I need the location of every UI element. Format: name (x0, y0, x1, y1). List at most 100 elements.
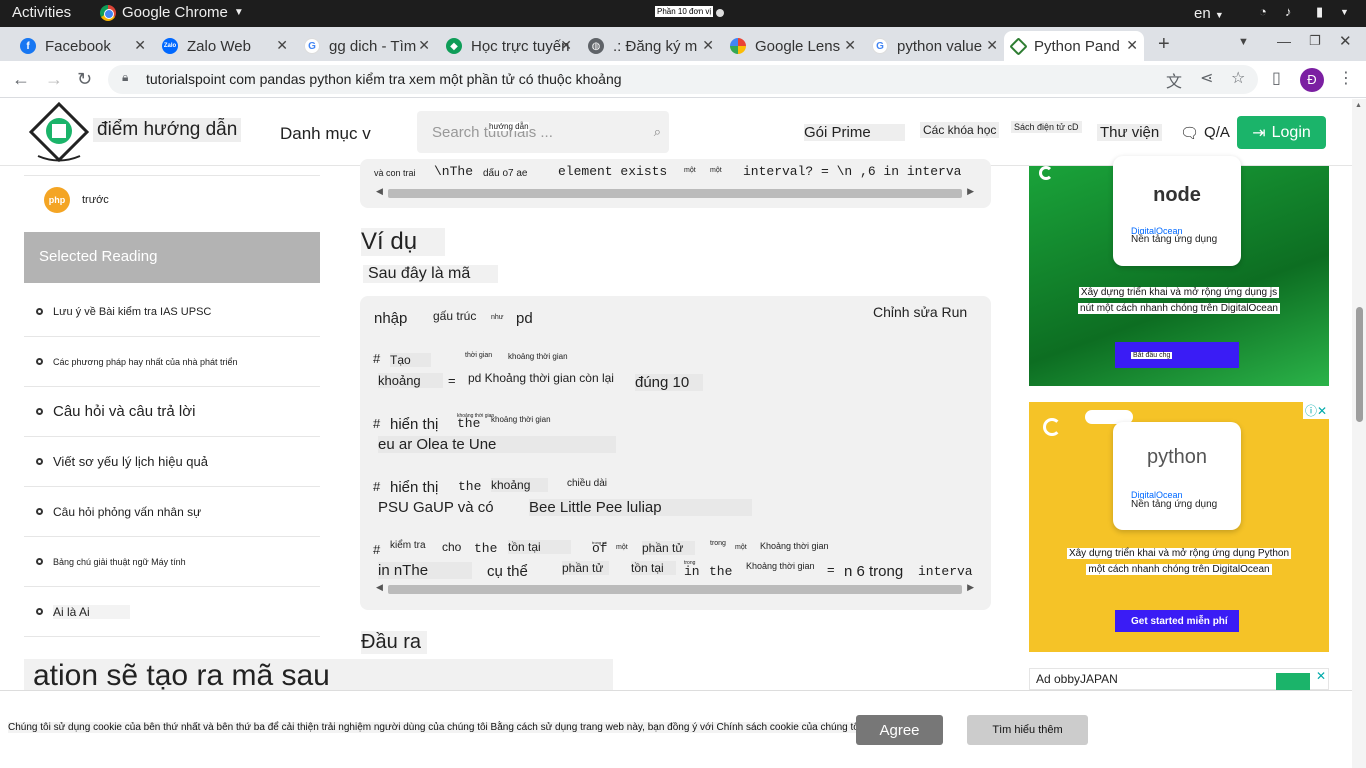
tab-google-lens[interactable]: Google Lens ✕ (722, 31, 862, 61)
sidebar-item-who-is-who[interactable]: Ai là Ai (24, 587, 320, 637)
edit-run-button[interactable]: Chỉnh sửa Run (873, 304, 967, 320)
tutorialspoint-logo-icon[interactable] (28, 101, 90, 163)
output-caption: ation sẽ tạo ra mã sau (24, 659, 613, 693)
system-top-bar: Activities Google Chrome ▼ Phần 10 đơn v… (0, 0, 1366, 27)
close-icon[interactable]: ✕ (844, 37, 856, 54)
tab-zalo[interactable]: Zalo Zalo Web ✕ (154, 31, 294, 61)
reload-button[interactable]: ↻ (77, 69, 92, 90)
forward-button[interactable]: → (45, 69, 63, 90)
sidebar-item-label: Bảng chú giải thuật ngữ Máy tính (53, 556, 186, 567)
language-indicator[interactable]: en ▼ (1194, 5, 1224, 22)
close-icon[interactable]: ✕ (560, 37, 572, 54)
code-token: hiển thị (390, 479, 439, 496)
close-icon[interactable]: ✕ (986, 37, 998, 54)
nav-qa[interactable]: 🗨︎ Q/A (1180, 124, 1230, 142)
ad-close-icon[interactable]: ✕ (1316, 669, 1326, 683)
profile-avatar[interactable]: Đ (1300, 68, 1324, 92)
ad-cta-button[interactable]: Bắt đầu chg (1115, 342, 1239, 368)
ad-cta-button[interactable]: Get started miễn phí (1115, 610, 1239, 632)
horizontal-scrollbar[interactable]: ◀ ▶ (374, 186, 976, 200)
sidebar-item-ias-upsc[interactable]: Lưu ý về Bài kiểm tra IAS UPSC (24, 287, 320, 337)
chevron-down-icon: ▼ (233, 7, 244, 18)
close-window-button[interactable]: ✕ (1339, 32, 1352, 50)
ad-text-line: nút một cách nhanh chóng trên DigitalOce… (1078, 303, 1280, 314)
nav-ebooks[interactable]: Sách điện tử cD (1011, 121, 1082, 133)
restore-button[interactable]: ❐ (1309, 33, 1321, 49)
ad-digitalocean-python[interactable]: ⓘ✕ python DigitalOcean Nền tảng ứng dụng… (1029, 402, 1329, 652)
back-button[interactable]: ← (12, 69, 30, 90)
close-icon[interactable]: ✕ (418, 37, 430, 54)
ad-close-icon[interactable]: ⓘ✕ (1302, 402, 1329, 419)
bookmark-star-icon[interactable]: ☆ (1231, 68, 1245, 88)
sidebar-item-label: Lưu ý về Bài kiểm tra IAS UPSC (53, 305, 212, 318)
language-label: en (1194, 5, 1211, 22)
kebab-menu-icon[interactable]: ⋮ (1338, 68, 1354, 88)
tab-facebook[interactable]: f Facebook ✕ (12, 31, 152, 61)
volume-icon[interactable]: ♪ (1285, 5, 1299, 19)
scroll-left-icon[interactable]: ◀ (376, 186, 383, 197)
code-token: khoảng thời gian (491, 415, 551, 424)
nav-library[interactable]: Thư viện (1097, 124, 1163, 141)
scroll-left-icon[interactable]: ◀ (376, 582, 383, 593)
scrollbar-thumb[interactable] (388, 585, 962, 594)
code-token: khoảng thời gian (457, 413, 495, 419)
code-token: khoảng thời gian (508, 352, 568, 361)
tab-dang-ky[interactable]: ◍ .: Đăng ký m ✕ (580, 31, 720, 61)
battery-icon[interactable]: ▮ (1316, 5, 1330, 19)
scroll-up-icon[interactable]: ▲ (1355, 102, 1362, 109)
nav-courses[interactable]: Các khóa học (920, 122, 1000, 138)
scrollbar-thumb[interactable] (388, 189, 962, 198)
sidebar-item-qa[interactable]: Câu hỏi và câu trả lời (24, 387, 320, 437)
tab-search-chevron-icon[interactable]: ▼ (1238, 36, 1249, 48)
horizontal-scrollbar[interactable]: ◀ ▶ (374, 582, 976, 596)
page-scrollbar[interactable]: ▲ (1352, 99, 1366, 768)
code-token: phần tử (642, 541, 696, 555)
brand-name[interactable]: điểm hướng dẫn (93, 118, 242, 142)
code-block-top: và con trai \nThe dấu o7 ae element exis… (360, 159, 991, 208)
close-icon[interactable]: ✕ (702, 37, 714, 54)
minimize-button[interactable]: — (1277, 33, 1291, 49)
code-token: nhập (374, 310, 408, 327)
clock[interactable]: Phần 10 đơn vị (655, 6, 714, 17)
new-tab-button[interactable]: + (1158, 33, 1170, 56)
site-search[interactable]: Search tutorials ... hướng dẫn ⌕ (417, 111, 669, 153)
search-icon[interactable]: ⌕ (654, 124, 661, 140)
tab-hoc-truc-tuyen[interactable]: ◆ Học trực tuyến ✕ (438, 31, 578, 61)
wifi-icon[interactable]: ◔ (1259, 5, 1273, 19)
code-token: n 6 trong (844, 563, 904, 580)
close-icon[interactable]: ✕ (134, 37, 146, 54)
activities-button[interactable]: Activities (12, 4, 71, 21)
scroll-right-icon[interactable]: ▶ (967, 582, 974, 593)
previous-link[interactable]: php trước (44, 187, 109, 213)
agree-button[interactable]: Agree (856, 715, 943, 745)
tab-python-pandas[interactable]: Python Pand ✕ (1004, 31, 1144, 61)
php-icon: php (44, 187, 70, 213)
tab-title: Facebook (45, 37, 111, 55)
code-token: một (616, 544, 628, 551)
app-menu[interactable]: Google Chrome ▼ (100, 4, 244, 21)
scroll-right-icon[interactable]: ▶ (967, 186, 974, 197)
side-panel-icon[interactable]: ▯ (1272, 68, 1281, 88)
system-menu-chevron-icon[interactable]: ▼ (1340, 5, 1354, 19)
share-icon[interactable]: ⋖ (1200, 68, 1213, 88)
sidebar-item-resume[interactable]: Viết sơ yếu lý lịch hiệu quả (24, 437, 320, 487)
tab-python-value[interactable]: G python value ✕ (864, 31, 1004, 61)
sidebar-item-dev-best-practices[interactable]: Các phương pháp hay nhất của nhà phát tr… (24, 337, 320, 387)
translate-icon[interactable]: 文 (1166, 68, 1182, 92)
close-icon[interactable]: ✕ (276, 37, 288, 54)
address-bar[interactable]: 🔒︎ tutorialspoint com pandas python kiểm… (108, 65, 1258, 94)
login-button[interactable]: ⇥ Login (1237, 116, 1326, 149)
code-token: chiều dài (567, 478, 608, 489)
output-heading: Đầu ra (361, 631, 428, 654)
ad-hobbyjapan[interactable]: Ad obbyJAPAN ✕ (1029, 668, 1329, 691)
nav-prime[interactable]: Gói Prime (804, 124, 905, 141)
tab-gg-dich[interactable]: G gg dich - Tìm ✕ (296, 31, 436, 61)
close-icon[interactable]: ✕ (1126, 37, 1138, 54)
category-menu[interactable]: Danh mục v (280, 124, 371, 144)
learn-more-button[interactable]: Tìm hiểu thêm (967, 715, 1088, 745)
sidebar-item-hr-interview[interactable]: Câu hỏi phỏng vấn nhân sự (24, 487, 320, 537)
ad-digitalocean-node[interactable]: node DigitalOcean Nền tảng ứng dụng Xây … (1029, 156, 1329, 386)
sidebar-item-glossary[interactable]: Bảng chú giải thuật ngữ Máy tính (24, 537, 320, 587)
page-scrollbar-thumb[interactable] (1356, 307, 1363, 422)
code-token: in (684, 564, 700, 579)
